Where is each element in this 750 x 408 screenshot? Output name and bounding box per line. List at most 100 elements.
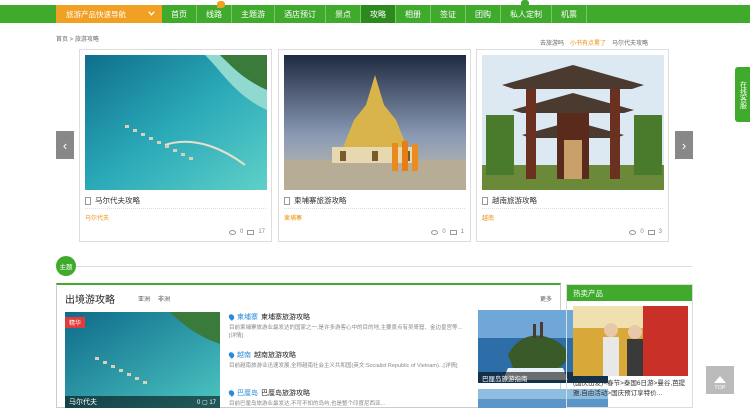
hot-products-panel: 热卖产品 (国庆出发)<春节>泰国6日游>曼谷,芭提雅,自由活动>国庆预订享特价…	[566, 284, 693, 408]
nav-item-5[interactable]: 攻略	[361, 5, 396, 23]
doc-icon	[482, 196, 488, 205]
views-icon	[228, 229, 236, 235]
category-label: 旅游产品快速导航	[66, 9, 126, 19]
hot-badge-icon	[217, 1, 225, 8]
more-link[interactable]: 更多	[540, 294, 552, 303]
article-place[interactable]: 越南	[237, 350, 251, 360]
views-count: 0	[640, 229, 644, 235]
nav-menu: 旅游产品快速导航 首页 线路 主题游 酒店预订 景点 攻略 相册 签证 团购 私人定制 机票	[56, 5, 587, 23]
nav-item-7[interactable]: 签证	[431, 5, 466, 23]
toplink-2[interactable]: 小书有点累了	[570, 41, 606, 47]
location-pin-icon	[227, 313, 236, 321]
article-title[interactable]: 巴厘岛旅游攻略	[261, 388, 310, 398]
article-item: 越南 越南旅游攻略 目前越南旅游业迅速发展,全称越南社会主义共和国(英文:Soci…	[227, 350, 469, 370]
hot-products-header: 热卖产品	[567, 285, 692, 301]
card-tag[interactable]: 越南	[482, 213, 494, 222]
back-to-top-button[interactable]: TOP	[706, 366, 734, 394]
side-image-caption-text: 巴厘岛旅游指南	[482, 375, 528, 383]
carousel-prev-button[interactable]: ‹	[56, 131, 74, 159]
card-stats: 01	[431, 229, 464, 235]
article-item: 巴厘岛 巴厘岛旅游攻略 目前巴厘岛旅游业最发达,不可不知的岛屿,也是整个印度尼西亚…	[227, 388, 469, 408]
article-desc: 目前柬埔寨旅游业最发达的国家之一,是许多游客心中的目的地,主要景点有吴哥窟、金边…	[229, 325, 463, 339]
article-place[interactable]: 柬埔寨	[237, 312, 258, 322]
online-service-tab[interactable]: 在线客服	[735, 67, 750, 122]
carousel-next-button[interactable]: ›	[675, 131, 693, 159]
nav-item-1[interactable]: 线路	[197, 5, 232, 23]
article-desc: 目前巴厘岛旅游业最发达,不可不知的岛屿,也是整个印度尼西亚...	[229, 401, 386, 407]
top-links: 去旅游吗 小书有点累了 马尔代夫攻略	[540, 38, 654, 47]
comments-icon	[449, 229, 457, 235]
tab-africa[interactable]: 非洲	[158, 297, 170, 303]
nav-item-2[interactable]: 主题游	[232, 5, 275, 23]
featured-caption-text: 马尔代夫	[69, 399, 97, 406]
card-title-text: 马尔代夫攻略	[95, 196, 140, 205]
views-icon	[431, 229, 439, 235]
arrow-up-icon	[714, 376, 726, 383]
article-title[interactable]: 柬埔寨旅游攻略	[261, 312, 310, 322]
toplink-1[interactable]: 去旅游吗	[540, 41, 564, 47]
new-badge-icon	[521, 0, 529, 7]
vietnam-photo	[482, 55, 664, 190]
comments-icon	[247, 229, 255, 235]
doc-icon	[85, 196, 91, 205]
maldives-photo	[85, 55, 267, 190]
article-place[interactable]: 巴厘岛	[237, 388, 258, 398]
carousel-card-maldives[interactable]: 马尔代夫攻略 马尔代夫 0 17	[79, 49, 272, 242]
comments-count: 17	[258, 229, 265, 235]
nav-item-8[interactable]: 团购	[466, 5, 501, 23]
card-divider	[85, 208, 266, 209]
card-title-text: 柬埔寨旅游攻略	[294, 196, 347, 205]
featured-views: 0	[196, 400, 201, 406]
chevron-down-icon	[148, 11, 155, 16]
comments-count: 3	[658, 229, 662, 235]
breadcrumb-sep: >	[68, 37, 75, 43]
section-badge: 主题	[56, 256, 76, 276]
cambodia-photo	[284, 55, 466, 190]
location-pin-icon	[227, 389, 236, 397]
carousel-card-vietnam[interactable]: 越南旅游攻略 越南 03	[476, 49, 669, 242]
card-stats: 03	[629, 229, 662, 235]
breadcrumb-current: 旅游攻略	[74, 37, 99, 43]
nav-item-6[interactable]: 相册	[396, 5, 431, 23]
nav-item-3[interactable]: 酒店预订	[275, 5, 326, 23]
panel-title: 出境游攻略	[65, 295, 115, 306]
nav-item-9[interactable]: 私人定制	[501, 5, 552, 23]
comments-count: 1	[460, 229, 464, 235]
featured-image[interactable]: 精华 马尔代夫 0 ▢ 17	[65, 312, 220, 408]
back-to-top-label: TOP	[714, 385, 726, 391]
nav-item-0[interactable]: 首页	[162, 5, 197, 23]
category-dropdown[interactable]: 旅游产品快速导航	[56, 5, 162, 23]
hot-product-image[interactable]	[573, 306, 688, 376]
breadcrumb-home[interactable]: 首页	[56, 37, 68, 43]
hot-badge: 精华	[65, 317, 86, 328]
views-icon	[629, 229, 637, 235]
featured-comments: 17	[209, 400, 216, 406]
outbound-guide-panel: 出境游攻略 亚洲 非洲 更多 精华 马尔代夫 0 ▢ 17 柬埔寨 柬埔寨旅游攻略 …	[56, 283, 608, 408]
nav-item-10[interactable]: 机票	[552, 5, 587, 23]
section-divider	[76, 266, 692, 267]
doc-icon	[284, 196, 290, 205]
views-count: 0	[442, 229, 446, 235]
hot-product-text[interactable]: (国庆出发)<春节>泰国6日游>曼谷,芭提雅,自由活动>国庆预订享特价...	[573, 379, 691, 399]
article-desc: 目前越南旅游业迅速发展,全称越南社会主义共和国(英文:Socialist Rep…	[229, 363, 458, 369]
breadcrumb: 首页 > 旅游攻略	[56, 34, 99, 43]
card-divider	[482, 208, 663, 209]
card-title[interactable]: 柬埔寨旅游攻略	[284, 195, 347, 206]
card-tag[interactable]: 马尔代夫	[85, 213, 109, 222]
featured-stats: 0 ▢ 17	[196, 400, 216, 406]
top-nav-bar: 旅游产品快速导航 首页 线路 主题游 酒店预订 景点 攻略 相册 签证 团购 私人定制 机票	[0, 5, 750, 23]
article-title[interactable]: 越南旅游攻略	[254, 350, 296, 360]
card-title[interactable]: 马尔代夫攻略	[85, 195, 140, 206]
card-tag[interactable]: 柬埔寨	[284, 213, 302, 222]
toplink-3[interactable]: 马尔代夫攻略	[612, 41, 648, 47]
carousel-card-cambodia[interactable]: 柬埔寨旅游攻略 柬埔寨 01	[278, 49, 471, 242]
comments-icon	[647, 229, 655, 235]
card-title[interactable]: 越南旅游攻略	[482, 195, 537, 206]
prev-arrow-icon: ‹	[62, 137, 68, 153]
nav-item-4[interactable]: 景点	[326, 5, 361, 23]
views-count: 0	[239, 229, 244, 235]
card-stats: 0 17	[228, 229, 265, 235]
location-pin-icon	[227, 351, 236, 359]
tab-asia[interactable]: 亚洲	[138, 297, 150, 303]
next-arrow-icon: ›	[681, 137, 687, 153]
